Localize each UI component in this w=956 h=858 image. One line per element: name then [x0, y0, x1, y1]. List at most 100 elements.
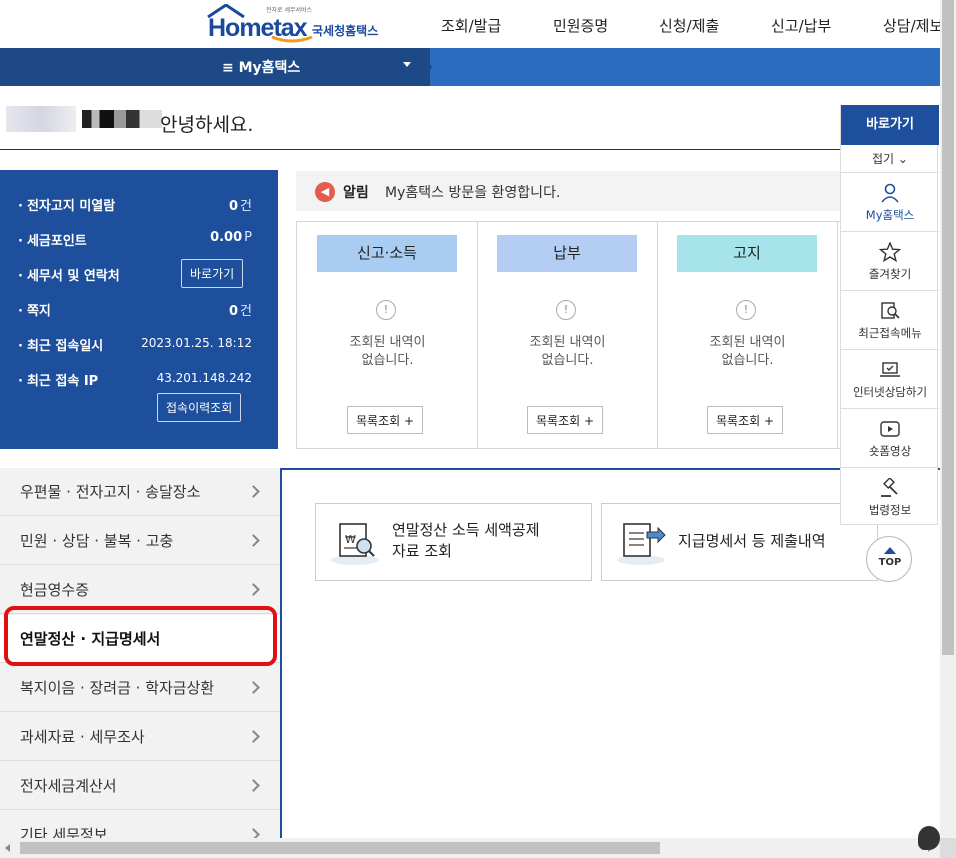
quick-item-online-consult[interactable]: 인터넷상담하기: [841, 350, 939, 409]
dropdown-caret-icon[interactable]: [403, 62, 411, 67]
quick-item-favorites[interactable]: 즐겨찾기: [841, 232, 939, 291]
sub-navbar: ≡ My홈택스: [0, 48, 940, 86]
account-info-box: 전자고지 미열람 0건 세금포인트 0.00P 세무서 및 연락처 바로가기 쪽…: [0, 170, 278, 449]
list-view-button[interactable]: 목록조회 +: [347, 406, 424, 434]
top-label: TOP: [878, 557, 902, 568]
megaphone-icon: ◀: [315, 182, 335, 202]
fold-label: 접기: [872, 152, 895, 166]
lmenu-item-mail[interactable]: 우편물 · 전자고지 · 송달장소: [0, 468, 280, 516]
scroll-top-button[interactable]: TOP: [866, 536, 912, 582]
info-label: 최근 접속 IP: [18, 374, 98, 389]
info-value-link[interactable]: 0.00 P: [210, 230, 252, 245]
quick-item-recent-menu[interactable]: 최근접속메뉴: [841, 291, 939, 350]
tax-office-shortcut-button[interactable]: 바로가기: [181, 259, 244, 288]
quick-item-label: My홈택스: [865, 208, 915, 222]
lmenu-item-e-invoice[interactable]: 전자세금계산서: [0, 762, 280, 810]
greeting-bar: 안녕하세요.: [0, 100, 840, 150]
lmenu-label: 우편물 · 전자고지 · 송달장소: [20, 483, 201, 501]
person-icon: [881, 183, 899, 203]
info-circle-icon: !: [556, 300, 576, 320]
chevron-right-icon: [247, 828, 260, 838]
empty-line-2: 없습니다.: [541, 353, 594, 368]
quick-item-short-video[interactable]: 숏폼영상: [841, 409, 939, 468]
info-value-link[interactable]: 0건: [229, 300, 252, 319]
chevron-right-icon: [247, 730, 260, 743]
scroll-left-icon[interactable]: [5, 844, 10, 852]
lmenu-item-welfare[interactable]: 복지이음 · 장려금 · 학자금상환: [0, 664, 280, 712]
document-submit-icon: [617, 523, 666, 565]
status-cards: 신고·소득 ! 조회된 내역이 없습니다. 목록조회 + 납부 ! 조회된 내역…: [296, 221, 840, 449]
empty-line-1: 조회된 내역이: [709, 335, 786, 350]
hometax-logo[interactable]: 전자로 세무서비스 Hometax 국세청홈택스: [206, 4, 381, 44]
card-title[interactable]: 신고·소득: [317, 235, 457, 272]
empty-line-1: 조회된 내역이: [349, 335, 426, 350]
info-label: 최근 접속일시: [18, 339, 103, 354]
chevron-right-icon: [247, 534, 260, 547]
list-view-button[interactable]: 목록조회 +: [527, 406, 604, 434]
card-title[interactable]: 납부: [497, 235, 637, 272]
login-history-button[interactable]: 접속이력조회: [157, 393, 242, 422]
laptop-check-icon: [880, 362, 900, 377]
quick-item-label: 즐겨찾기: [868, 267, 912, 281]
logo-swoosh: [271, 35, 313, 43]
info-value-link[interactable]: 0건: [229, 195, 252, 214]
quick-item-label: 최근접속메뉴: [858, 326, 922, 340]
my-hometax-menu[interactable]: ≡ My홈택스: [222, 57, 300, 77]
last-login-ip: 43.201.148.242: [156, 371, 252, 385]
tile-payment-statement[interactable]: 지급명세서 등 제출내역: [601, 503, 878, 581]
tile-line-1: 지급명세서 등 제출내역: [678, 532, 826, 550]
lmenu-label: 전자세금계산서: [20, 777, 117, 795]
star-icon: [879, 242, 901, 262]
lmenu-label: 기타 세무정보: [20, 826, 108, 838]
tile-year-end-deduction[interactable]: ₩ 연말정산 소득 세액공제 자료 조회: [315, 503, 592, 581]
quick-fold-button[interactable]: 접기 ⌄: [841, 145, 939, 173]
list-view-button[interactable]: 목록조회 +: [707, 406, 784, 434]
quick-item-law-info[interactable]: 법령정보: [841, 468, 939, 527]
quick-item-my-hometax[interactable]: My홈택스: [841, 173, 939, 232]
notice-message[interactable]: My홈택스 방문을 환영합니다.: [385, 182, 560, 202]
empty-line-1: 조회된 내역이: [529, 335, 606, 350]
logo-subtitle: 국세청홈택스: [312, 24, 379, 38]
gnb-item-certificates[interactable]: 민원증명: [553, 15, 608, 36]
info-unit: 건: [240, 304, 252, 319]
horizontal-scroll-thumb[interactable]: [20, 842, 660, 854]
vertical-scrollbar[interactable]: [940, 0, 956, 838]
chevron-right-icon: [247, 485, 260, 498]
notice-bar: ◀ 알림 My홈택스 방문을 환영합니다.: [296, 171, 840, 211]
gnb-item-consult[interactable]: 상담/제보: [883, 15, 943, 36]
greeting-text: 안녕하세요.: [160, 114, 254, 136]
site-header: 전자로 세무서비스 Hometax 국세청홈택스 조회/발급 민원증명 신청/제…: [0, 0, 943, 48]
info-label: 전자고지 미열람: [18, 199, 115, 214]
lmenu-label: 현금영수증: [20, 581, 90, 599]
info-unit: P: [244, 230, 252, 245]
empty-message: 조회된 내역이 없습니다.: [297, 334, 478, 370]
quick-links-panel: 바로가기 접기 ⌄ My홈택스 즐겨찾기 최근접속메뉴 인터넷상담하기 숏폼영상…: [840, 105, 939, 527]
document-search-icon: ₩: [331, 523, 379, 565]
lmenu-item-other[interactable]: 기타 세무정보: [0, 811, 280, 838]
info-value: 0: [228, 199, 239, 214]
quick-item-label: 법령정보: [868, 503, 912, 517]
card-notice: 고지 ! 조회된 내역이 없습니다. 목록조회 +: [657, 222, 838, 448]
empty-message: 조회된 내역이 없습니다.: [477, 334, 658, 370]
info-label: 세금포인트: [18, 234, 87, 249]
card-filing-income: 신고·소득 ! 조회된 내역이 없습니다. 목록조회 +: [297, 222, 478, 448]
svg-text:₩: ₩: [345, 533, 356, 546]
lmenu-label: 복지이음 · 장려금 · 학자금상환: [20, 679, 215, 697]
logo-tagline: 전자로 세무서비스: [266, 7, 313, 14]
info-row-unread-notices: 전자고지 미열람 0건: [18, 195, 258, 214]
gnb-item-filing[interactable]: 신고/납부: [771, 15, 831, 36]
vertical-scroll-thumb[interactable]: [942, 0, 954, 655]
empty-message: 조회된 내역이 없습니다.: [657, 334, 838, 370]
gnb-item-inquiry[interactable]: 조회/발급: [441, 15, 501, 36]
last-login-time: 2023.01.25. 18:12: [141, 336, 252, 350]
chevron-right-icon: [247, 681, 260, 694]
chevron-down-icon: ⌄: [894, 152, 908, 166]
empty-line-2: 없습니다.: [721, 353, 774, 368]
horizontal-scrollbar[interactable]: [0, 838, 940, 858]
lmenu-item-civil[interactable]: 민원 · 상담 · 불복 · 고충: [0, 517, 280, 565]
gnb-item-application[interactable]: 신청/제출: [659, 15, 719, 36]
card-title[interactable]: 고지: [677, 235, 817, 272]
info-label: 쪽지: [18, 304, 51, 319]
lmenu-item-tax-data[interactable]: 과세자료 · 세무조사: [0, 713, 280, 761]
redacted-name: [6, 106, 76, 132]
